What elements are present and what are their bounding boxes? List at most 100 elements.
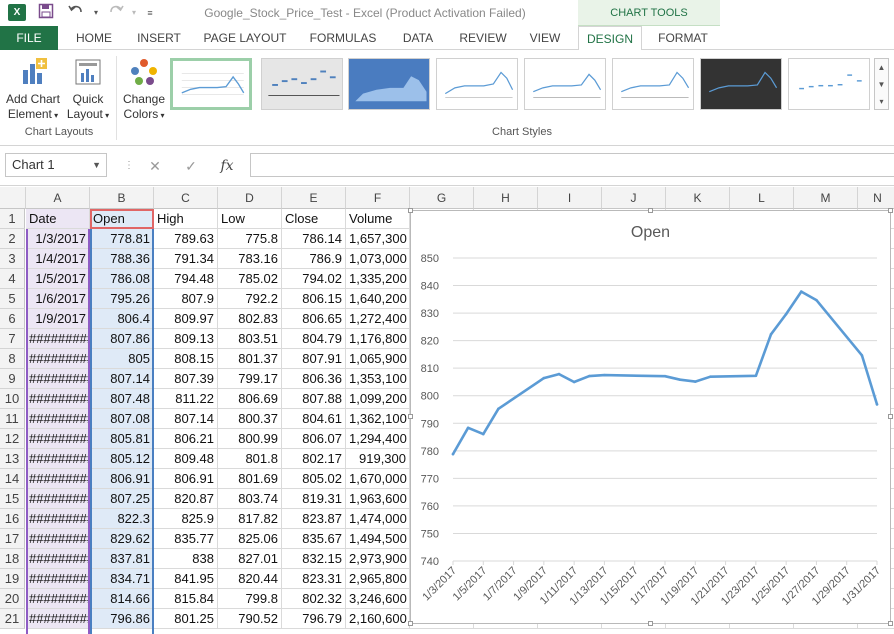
table-cell[interactable]: 809.48	[154, 449, 218, 469]
column-header-a[interactable]: A	[26, 187, 90, 209]
table-cell[interactable]: 835.77	[154, 529, 218, 549]
insert-function-icon[interactable]: fx	[216, 155, 238, 177]
table-cell[interactable]: 807.86	[90, 329, 154, 349]
column-header-i[interactable]: I	[538, 187, 602, 209]
table-cell[interactable]: 785.02	[218, 269, 282, 289]
table-cell[interactable]: 806.4	[90, 309, 154, 329]
data-point[interactable]	[542, 376, 546, 380]
chart-object[interactable]: Open 740 750 760 770 780 790 800 810 820 830 840 850…	[408, 208, 893, 626]
table-cell[interactable]: 805.81	[90, 429, 154, 449]
table-cell[interactable]: 806.91	[90, 469, 154, 489]
chart-style-7[interactable]	[700, 58, 782, 110]
table-cell[interactable]: 802.32	[282, 589, 346, 609]
table-cell[interactable]: 1/5/2017	[26, 269, 90, 289]
table-cell[interactable]: 806.69	[218, 389, 282, 409]
table-cell[interactable]: 1,176,800	[346, 329, 410, 349]
table-cell[interactable]: 809.97	[154, 309, 218, 329]
header-cell[interactable]: Open	[90, 209, 154, 229]
table-cell[interactable]: 1,494,500	[346, 529, 410, 549]
name-box-dropdown-icon[interactable]: ▼	[92, 154, 101, 176]
redo-icon[interactable]	[106, 3, 126, 23]
chart-style-5[interactable]	[524, 58, 606, 110]
table-cell[interactable]: 807.88	[282, 389, 346, 409]
tab-insert[interactable]: INSERT	[128, 26, 190, 50]
table-cell[interactable]: 788.36	[90, 249, 154, 269]
table-cell[interactable]: 807.14	[90, 369, 154, 389]
header-cell[interactable]: Close	[282, 209, 346, 229]
save-icon[interactable]	[36, 3, 56, 23]
table-cell[interactable]: 3,246,600	[346, 589, 410, 609]
table-cell[interactable]: #########	[26, 429, 90, 449]
data-point[interactable]	[709, 375, 712, 378]
tab-format[interactable]: FORMAT	[648, 26, 718, 50]
table-cell[interactable]: 919,300	[346, 449, 410, 469]
table-cell[interactable]: 2,160,600	[346, 609, 410, 629]
table-cell[interactable]: 834.71	[90, 569, 154, 589]
undo-icon[interactable]	[66, 3, 86, 23]
table-cell[interactable]: 807.14	[154, 409, 218, 429]
table-cell[interactable]: 1/4/2017	[26, 249, 90, 269]
row-header[interactable]: 17	[0, 529, 25, 549]
chart-title[interactable]: Open	[631, 224, 670, 241]
style-gallery-scroll[interactable]: ▲ ▼ ▾	[874, 58, 889, 110]
row-header[interactable]: 10	[0, 389, 25, 409]
table-cell[interactable]: 801.8	[218, 449, 282, 469]
data-point[interactable]	[860, 354, 864, 357]
table-cell[interactable]: 805.12	[90, 449, 154, 469]
chart-style-8[interactable]	[788, 58, 870, 110]
data-point[interactable]	[497, 407, 500, 411]
column-header-l[interactable]: L	[730, 187, 794, 209]
chart-style-3[interactable]	[348, 58, 430, 110]
table-cell[interactable]: 789.63	[154, 229, 218, 249]
table-cell[interactable]: 807.91	[282, 349, 346, 369]
table-cell[interactable]: 805	[90, 349, 154, 369]
table-cell[interactable]: 1,640,200	[346, 289, 410, 309]
table-cell[interactable]: 806.65	[282, 309, 346, 329]
resize-handle[interactable]	[408, 208, 413, 213]
tab-home[interactable]: HOME	[64, 26, 124, 50]
column-header-j[interactable]: J	[602, 187, 666, 209]
table-cell[interactable]: 806.91	[154, 469, 218, 489]
table-cell[interactable]: 832.15	[282, 549, 346, 569]
table-cell[interactable]: 1,657,300	[346, 229, 410, 249]
table-cell[interactable]: 1,670,000	[346, 469, 410, 489]
row-header[interactable]: 15	[0, 489, 25, 509]
table-cell[interactable]: 2,973,900	[346, 549, 410, 569]
resize-handle[interactable]	[648, 208, 653, 213]
row-header[interactable]: 9	[0, 369, 25, 389]
select-all-corner[interactable]	[0, 187, 26, 209]
data-point[interactable]	[603, 373, 606, 377]
column-header-f[interactable]: F	[346, 187, 410, 209]
formula-input[interactable]	[250, 153, 894, 177]
row-header[interactable]: 19	[0, 569, 25, 589]
data-point[interactable]	[678, 378, 682, 382]
row-header[interactable]: 11	[0, 409, 25, 429]
row-header[interactable]: 21	[0, 609, 25, 629]
table-cell[interactable]: 825.9	[154, 509, 218, 529]
resize-handle[interactable]	[888, 414, 893, 419]
table-cell[interactable]: 807.25	[90, 489, 154, 509]
row-header[interactable]: 7	[0, 329, 25, 349]
table-cell[interactable]: 1,963,600	[346, 489, 410, 509]
table-cell[interactable]: 802.17	[282, 449, 346, 469]
data-point[interactable]	[557, 372, 561, 376]
table-cell[interactable]: 1,065,900	[346, 349, 410, 369]
table-cell[interactable]: 1,073,000	[346, 249, 410, 269]
table-cell[interactable]: 807.08	[90, 409, 154, 429]
table-cell[interactable]: 835.67	[282, 529, 346, 549]
table-cell[interactable]: 806.07	[282, 429, 346, 449]
table-cell[interactable]: #########	[26, 469, 90, 489]
table-cell[interactable]: #########	[26, 489, 90, 509]
row-header[interactable]: 6	[0, 309, 25, 329]
chart-style-4[interactable]	[436, 58, 518, 110]
table-cell[interactable]: 806.15	[282, 289, 346, 309]
table-cell[interactable]: 814.66	[90, 589, 154, 609]
table-cell[interactable]: #########	[26, 449, 90, 469]
series-line-open[interactable]	[451, 290, 879, 456]
table-cell[interactable]: 1,099,200	[346, 389, 410, 409]
data-point[interactable]	[769, 333, 773, 336]
table-cell[interactable]: 790.52	[218, 609, 282, 629]
quick-layout-button[interactable]: Quick Layout ▾	[64, 56, 112, 123]
row-header[interactable]: 12	[0, 429, 25, 449]
table-cell[interactable]: 800.37	[218, 409, 282, 429]
